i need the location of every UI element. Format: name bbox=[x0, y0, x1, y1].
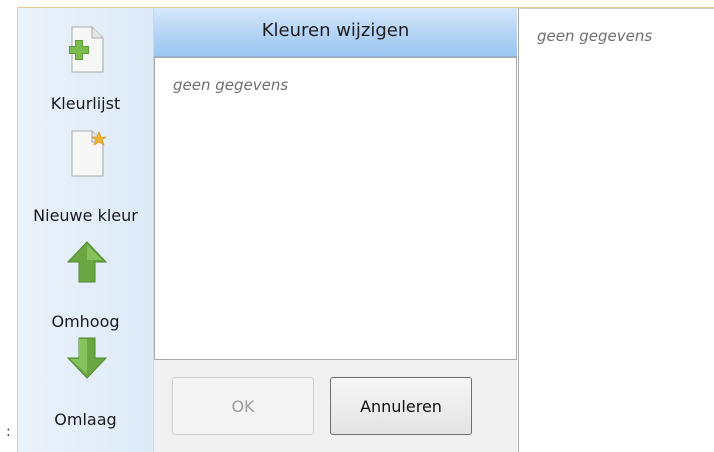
sidebar: Kleurlijst Nieuwe kleur Omhoog Omlaag bbox=[18, 8, 154, 452]
sidebar-item-label: Kleurlijst bbox=[50, 94, 121, 113]
arrow-down-icon bbox=[66, 337, 108, 379]
sidebar-item-kleurlijst[interactable]: Kleurlijst bbox=[18, 22, 153, 122]
arrow-up-icon bbox=[66, 241, 108, 283]
colors-list[interactable]: geen gegevens bbox=[154, 57, 517, 360]
sidebar-item-omhoog[interactable]: Omhoog bbox=[18, 234, 153, 331]
colors-panel: Kleuren wijzigen geen gegevens OK Annule… bbox=[154, 8, 517, 452]
sidebar-item-nieuwe-kleur[interactable]: Nieuwe kleur bbox=[18, 126, 153, 226]
empty-state-text: geen gegevens bbox=[537, 27, 653, 45]
detail-panel[interactable]: geen gegevens bbox=[518, 8, 714, 452]
sidebar-item-label: Omlaag bbox=[54, 410, 117, 429]
add-document-icon bbox=[69, 26, 104, 73]
ok-button[interactable]: OK bbox=[172, 377, 314, 435]
button-bar: OK Annuleren bbox=[154, 360, 517, 452]
new-document-star-icon bbox=[71, 130, 107, 177]
cancel-button[interactable]: Annuleren bbox=[330, 377, 472, 435]
empty-state-text: geen gegevens bbox=[173, 76, 289, 94]
sidebar-item-label: Omhoog bbox=[51, 312, 120, 331]
sidebar-item-omlaag[interactable]: Omlaag bbox=[18, 330, 153, 430]
panel-title: Kleuren wijzigen bbox=[261, 20, 410, 41]
corner-mark: : bbox=[6, 424, 11, 440]
app-frame: : Kleurlijst Nieuwe kleur Omhoog Omlaag … bbox=[0, 0, 714, 452]
sidebar-item-label: Nieuwe kleur bbox=[33, 206, 138, 225]
panel-header: Kleuren wijzigen bbox=[154, 8, 517, 57]
